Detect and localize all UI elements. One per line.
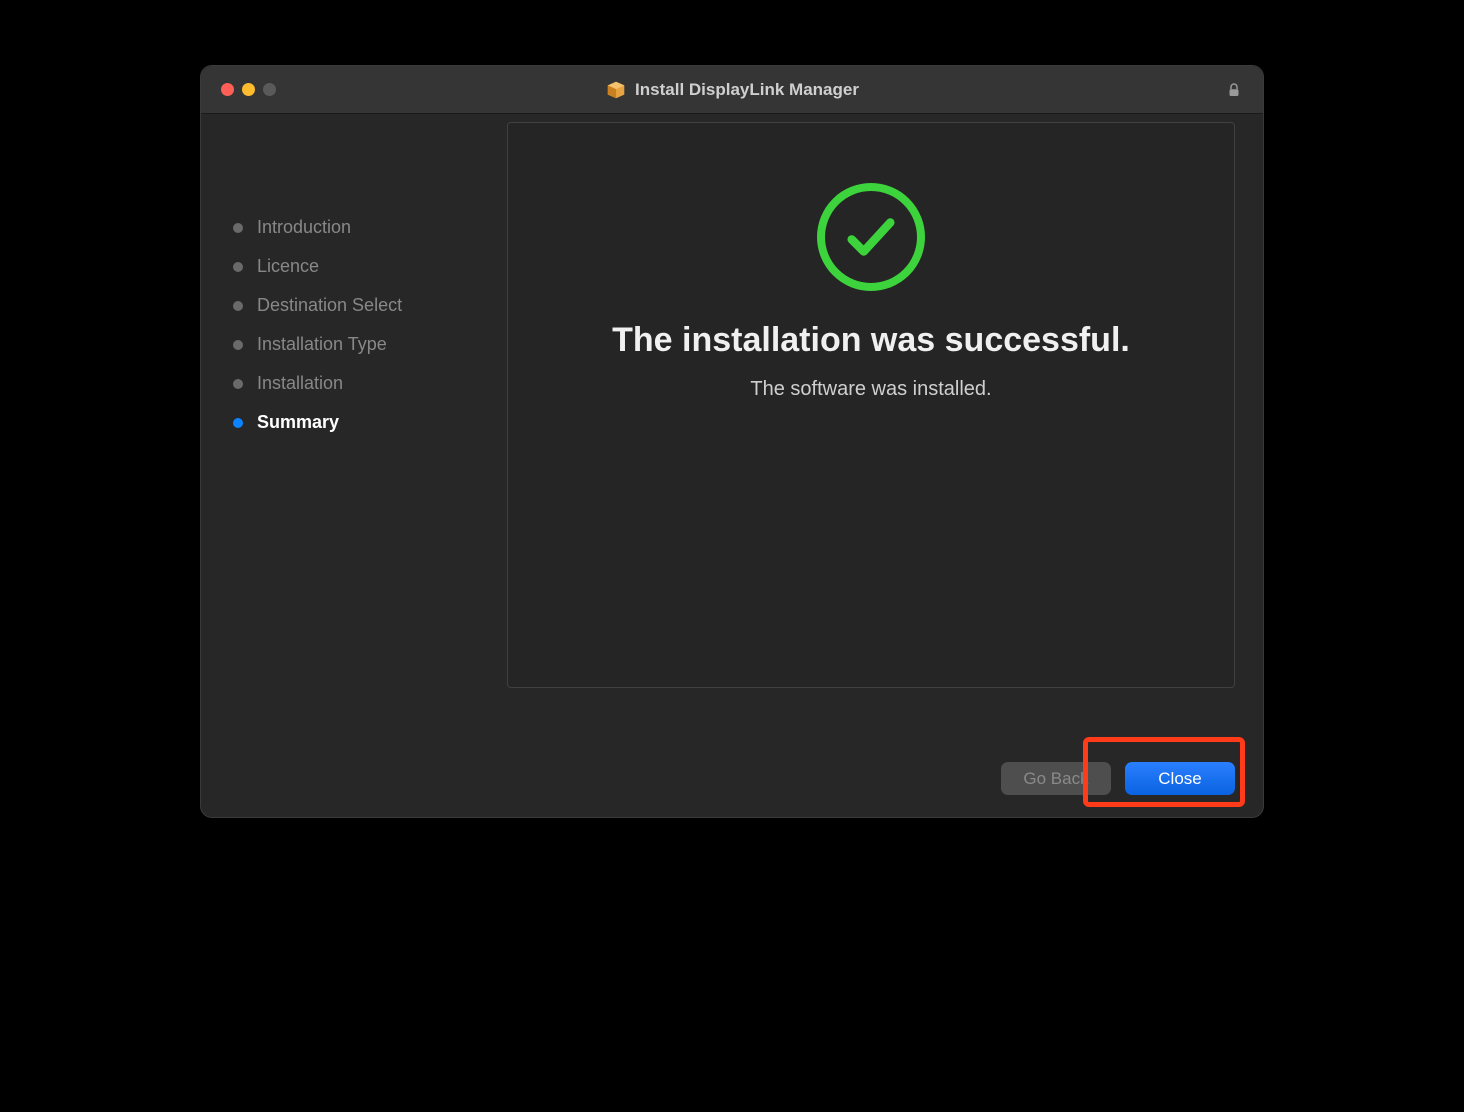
sidebar-item-label: Summary	[257, 412, 339, 433]
sidebar: Introduction Licence Destination Select …	[227, 180, 507, 744]
sidebar-item-label: Introduction	[257, 217, 351, 238]
footer: Go Back Close	[201, 744, 1263, 817]
step-dot-icon	[233, 379, 243, 389]
sidebar-item-introduction: Introduction	[233, 208, 507, 247]
titlebar: Install DisplayLink Manager	[201, 66, 1263, 114]
step-dot-icon	[233, 262, 243, 272]
installer-window: Install DisplayLink Manager The installa…	[200, 65, 1264, 818]
main-panel: The installation was successful. The sof…	[507, 122, 1235, 688]
sidebar-item-installation-type: Installation Type	[233, 325, 507, 364]
content-row: Introduction Licence Destination Select …	[201, 180, 1263, 744]
window-title: Install DisplayLink Manager	[635, 80, 859, 100]
window-title-container: Install DisplayLink Manager	[605, 79, 859, 101]
close-button[interactable]: Close	[1125, 762, 1235, 795]
checkmark-icon	[817, 183, 925, 291]
sidebar-item-licence: Licence	[233, 247, 507, 286]
maximize-window-button	[263, 83, 276, 96]
go-back-button[interactable]: Go Back	[1001, 762, 1111, 795]
sidebar-item-installation: Installation	[233, 364, 507, 403]
step-dot-icon	[233, 301, 243, 311]
success-subtext: The software was installed.	[750, 378, 991, 401]
success-heading: The installation was successful.	[612, 321, 1130, 360]
traffic-lights	[221, 83, 276, 96]
package-icon	[605, 79, 627, 101]
lock-icon	[1225, 81, 1243, 99]
sidebar-item-label: Installation Type	[257, 334, 387, 355]
close-window-button[interactable]	[221, 83, 234, 96]
step-dot-icon	[233, 340, 243, 350]
sidebar-item-summary: Summary	[233, 403, 507, 442]
sidebar-item-label: Installation	[257, 373, 343, 394]
body-container: The installation was completed successfu…	[201, 114, 1263, 817]
step-dot-icon	[233, 418, 243, 428]
sidebar-item-label: Licence	[257, 256, 319, 277]
sidebar-item-destination-select: Destination Select	[233, 286, 507, 325]
step-dot-icon	[233, 223, 243, 233]
minimize-window-button[interactable]	[242, 83, 255, 96]
sidebar-item-label: Destination Select	[257, 295, 402, 316]
